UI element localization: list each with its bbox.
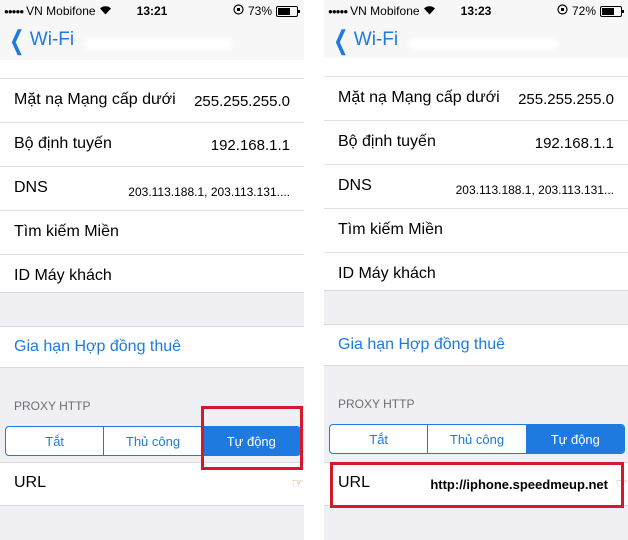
pointing-hand-icon: ☞	[615, 475, 628, 491]
status-bar: ●●●●● VN Mobifone 13:23 72%	[324, 0, 628, 22]
segment-auto[interactable]: Tự động	[525, 425, 624, 453]
row-label: ID Máy khách	[338, 265, 436, 282]
row-value: 203.113.188.1, 203.113.131...	[455, 183, 614, 197]
row-label: ID Máy khách	[14, 267, 112, 284]
row-value: 192.168.1.1	[210, 137, 290, 154]
blurred-network-name	[408, 38, 558, 50]
battery-icon	[600, 5, 624, 17]
url-row[interactable]: URL ☞	[0, 462, 304, 506]
list-item: Tìm kiếm Miền	[324, 209, 628, 253]
row-label: Mặt nạ Mạng cấp dưới	[338, 89, 500, 106]
renew-lease-link[interactable]: Gia hạn Hợp đồng thuê	[338, 336, 505, 354]
proxy-segmented-control: Tắt Thủ công Tự động	[329, 424, 625, 454]
list-item: Bộ định tuyến 192.168.1.1	[324, 121, 628, 165]
proxy-section-header: PROXY HTTP	[338, 397, 415, 411]
list-item: ID Máy khách	[324, 253, 628, 296]
segment-off[interactable]: Tắt	[330, 425, 427, 453]
segment-manual[interactable]: Thủ công	[427, 425, 525, 453]
url-label: URL	[338, 474, 371, 491]
row-label: Bộ định tuyến	[14, 135, 112, 152]
phone-screen-left: ●●●●● VN Mobifone 13:21 73% ❮ Wi-Fi Mặt …	[0, 0, 304, 540]
segment-off[interactable]: Tắt	[6, 427, 103, 455]
url-value[interactable]: http://iphone.speedmeup.net	[430, 477, 608, 492]
row-label: Tìm kiếm Miền	[14, 223, 119, 240]
back-button[interactable]: ❮ Wi-Fi	[6, 25, 75, 55]
rotation-lock-icon	[557, 4, 568, 18]
renew-lease-row[interactable]: Gia hạn Hợp đồng thuê	[0, 326, 304, 368]
list-item: DNS 203.113.188.1, 203.113.131...	[324, 165, 628, 209]
row-label: Tìm kiếm Miền	[338, 221, 443, 238]
chevron-left-icon: ❮	[9, 25, 25, 55]
ip-settings-group: Mặt nạ Mạng cấp dưới 255.255.255.0 Bộ đị…	[0, 60, 304, 293]
row-label: Bộ định tuyến	[338, 133, 436, 150]
list-item: Bộ định tuyến 192.168.1.1	[0, 123, 304, 167]
segment-auto[interactable]: Tự động	[201, 427, 300, 455]
navigation-bar: ❮ Wi-Fi	[0, 22, 304, 61]
battery-percent: 73%	[247, 4, 272, 18]
proxy-segmented-control: Tắt Thủ công Tự động	[5, 426, 301, 456]
list-item: DNS 203.113.188.1, 203.113.131....	[0, 167, 304, 211]
row-value: 255.255.255.0	[194, 93, 290, 110]
status-bar: ●●●●● VN Mobifone 13:21 73%	[0, 0, 304, 22]
list-item: Mặt nạ Mạng cấp dưới 255.255.255.0	[324, 77, 628, 121]
list-item: ID Máy khách	[0, 255, 304, 298]
phone-screen-right: ●●●●● VN Mobifone 13:23 72% ❮ Wi-Fi Mặt …	[324, 0, 628, 540]
back-label: Wi-Fi	[29, 29, 75, 50]
partial-row	[0, 60, 304, 79]
renew-lease-row[interactable]: Gia hạn Hợp đồng thuê	[324, 324, 628, 366]
row-label: DNS	[14, 179, 48, 196]
navigation-bar: ❮ Wi-Fi	[324, 22, 628, 61]
row-label: Mặt nạ Mạng cấp dưới	[14, 91, 176, 108]
blurred-network-name	[84, 38, 234, 50]
list-item: Mặt nạ Mạng cấp dưới 255.255.255.0	[0, 79, 304, 123]
row-value: 203.113.188.1, 203.113.131....	[128, 185, 290, 199]
renew-lease-link[interactable]: Gia hạn Hợp đồng thuê	[14, 338, 181, 356]
battery-fill	[278, 7, 290, 15]
url-row[interactable]: URL http://iphone.speedmeup.net ☞	[324, 462, 628, 506]
battery-icon	[276, 5, 300, 17]
partial-row	[324, 58, 628, 77]
list-item: Tìm kiếm Miền	[0, 211, 304, 255]
row-value: 255.255.255.0	[518, 91, 614, 108]
row-label: DNS	[338, 177, 372, 194]
battery-percent: 72%	[571, 4, 596, 18]
chevron-left-icon: ❮	[333, 25, 349, 55]
rotation-lock-icon	[233, 4, 244, 18]
pointing-hand-icon: ☞	[291, 475, 304, 491]
segment-manual[interactable]: Thủ công	[103, 427, 201, 455]
ip-settings-group: Mặt nạ Mạng cấp dưới 255.255.255.0 Bộ đị…	[324, 58, 628, 291]
battery-fill	[602, 7, 614, 15]
back-button[interactable]: ❮ Wi-Fi	[330, 25, 399, 55]
back-label: Wi-Fi	[353, 29, 399, 50]
proxy-section-header: PROXY HTTP	[14, 399, 91, 413]
url-label: URL	[14, 474, 47, 491]
row-value: 192.168.1.1	[534, 135, 614, 152]
